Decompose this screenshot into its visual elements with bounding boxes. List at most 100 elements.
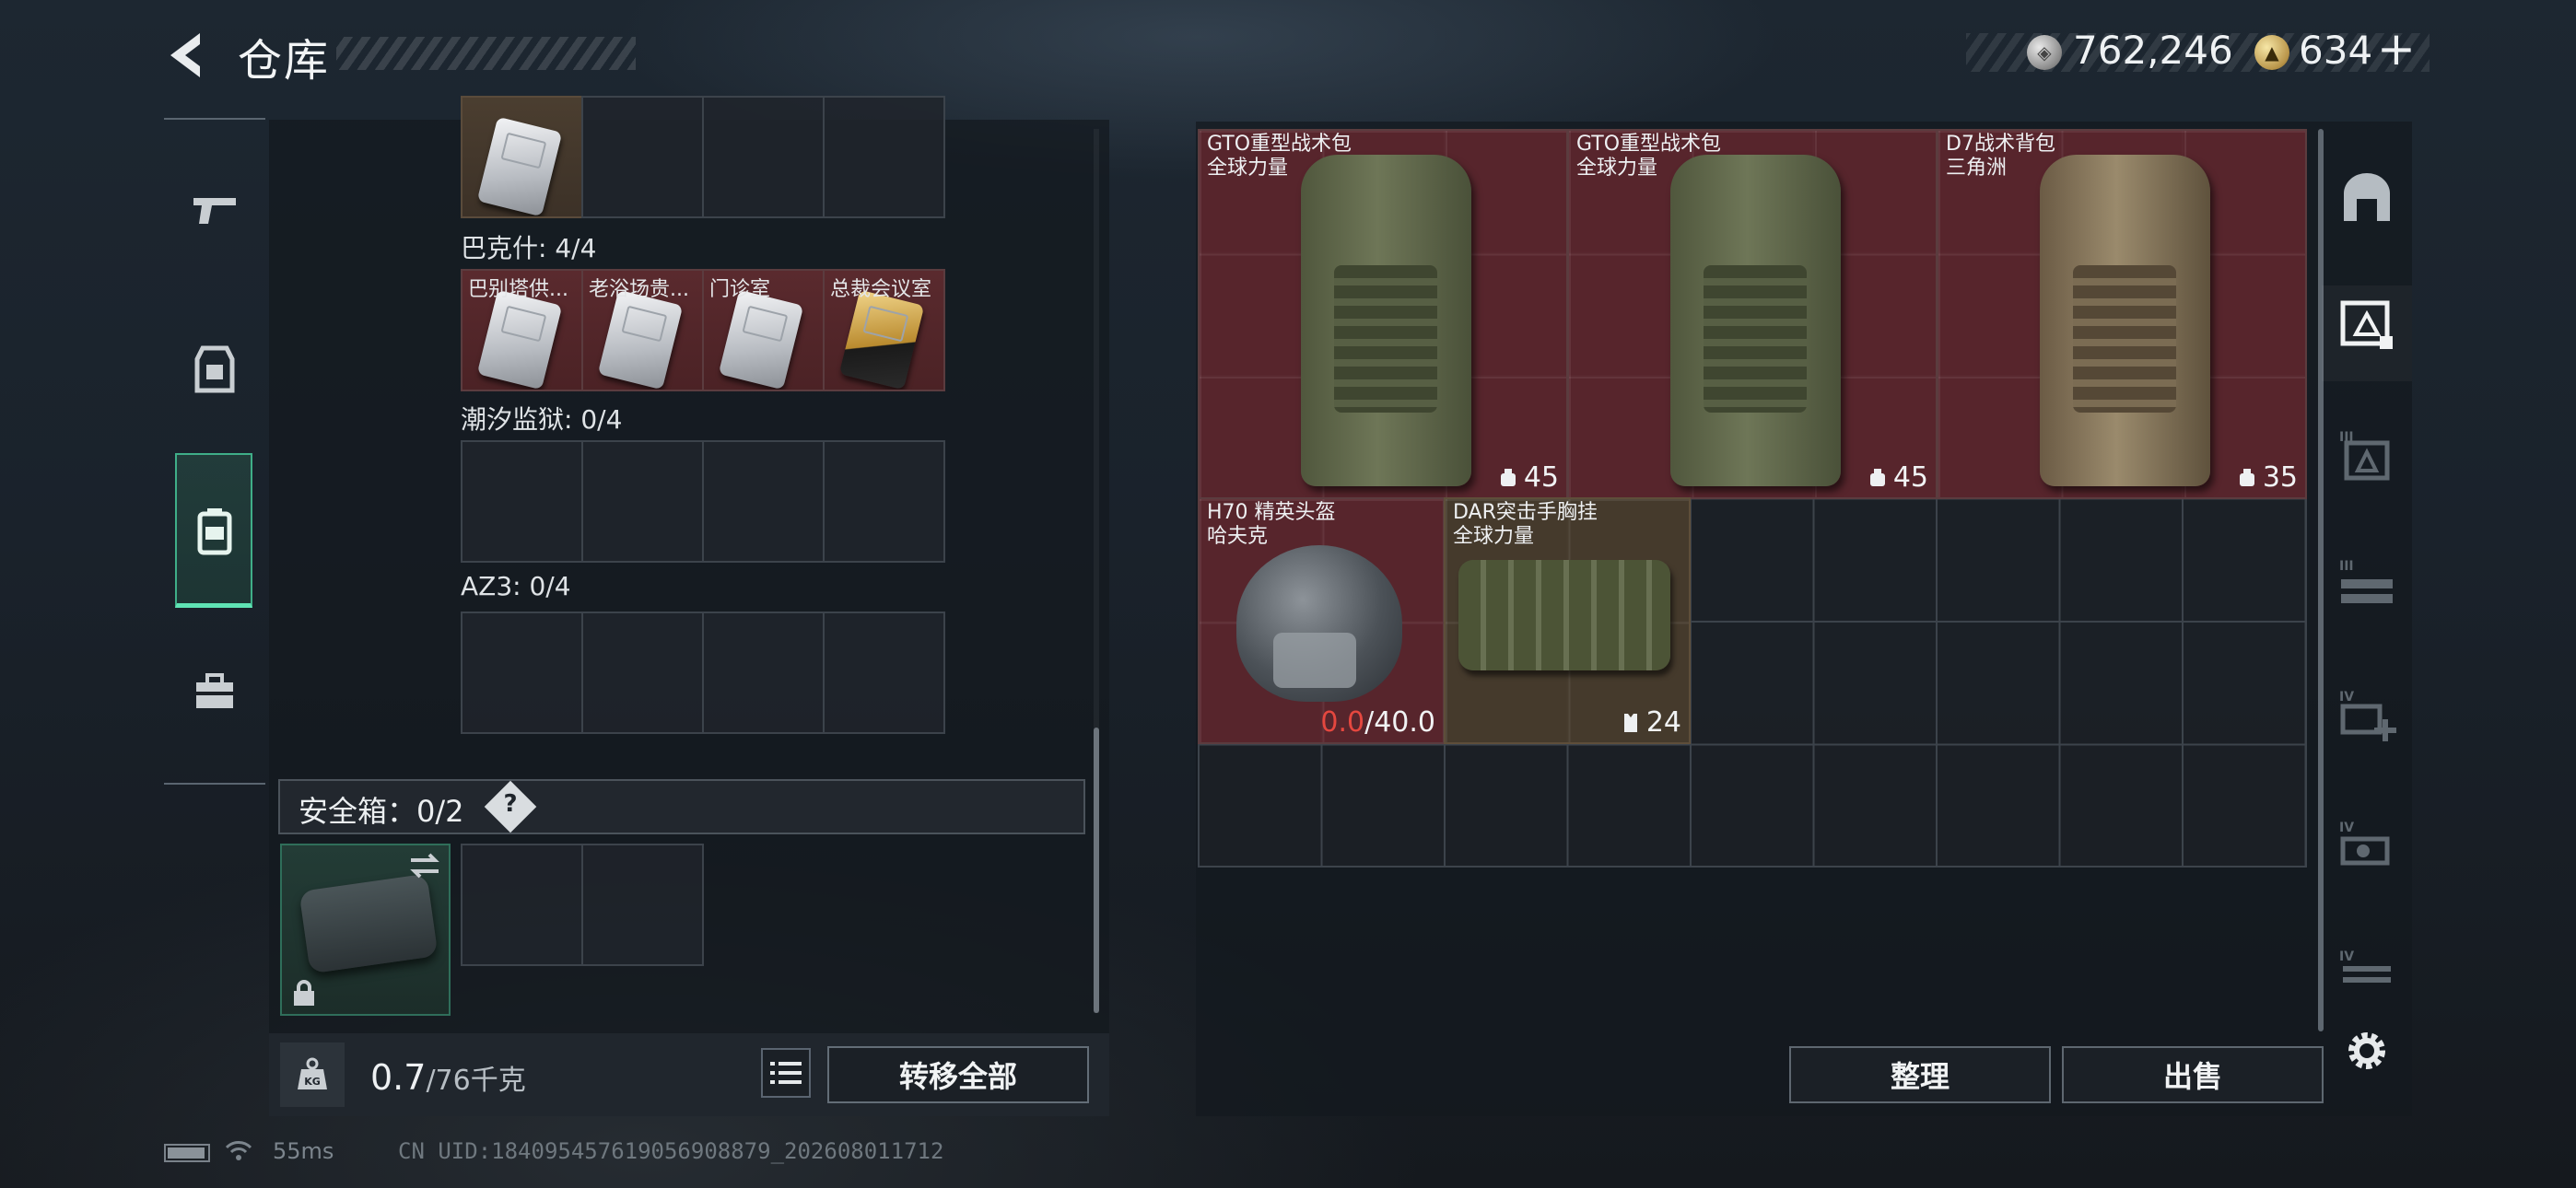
helmet-image [1236, 545, 1402, 702]
storage-tab-2[interactable] [2335, 291, 2399, 355]
ping-value: 55ms [273, 1138, 334, 1164]
back-arrow-icon [170, 33, 200, 77]
warehouse-item[interactable]: GTO重型战术包 全球力量 45 [1198, 129, 1568, 499]
keycard-slot[interactable]: 总裁会议室 [823, 269, 945, 391]
keycard-slot[interactable] [702, 611, 825, 734]
item-capacity: 24 [1621, 706, 1681, 739]
keycard-slot[interactable] [581, 440, 704, 563]
capacity-icon [2239, 468, 2254, 486]
storage-tab-6[interactable]: IV [2335, 814, 2399, 879]
expansion-iv-shelf-icon: IV [2339, 949, 2391, 983]
item-slot[interactable] [702, 96, 825, 218]
safe-box-slot[interactable] [581, 844, 704, 966]
warehouse-item[interactable]: GTO重型战术包 全球力量 45 [1567, 129, 1938, 499]
keycard-slot[interactable]: 门诊室 [702, 269, 825, 391]
storage-arch-icon [2344, 173, 2390, 221]
storage-tab-3[interactable]: III [2335, 424, 2399, 488]
category-supplies[interactable] [164, 641, 265, 742]
transfer-all-button[interactable]: 转移全部 [827, 1046, 1089, 1103]
left-scrollbar-thumb[interactable] [1094, 728, 1099, 1013]
warehouse-item[interactable]: D7战术背包 三角洲 35 [1937, 129, 2307, 499]
add-currency-button[interactable]: + [2377, 22, 2416, 76]
toolbox-icon [196, 673, 233, 708]
pistol-icon [193, 198, 236, 224]
keycard-slot[interactable] [823, 611, 945, 734]
keycard-slot[interactable] [581, 611, 704, 734]
backpack-image [1670, 155, 1841, 486]
category-weapons[interactable] [164, 158, 265, 260]
gold-keycard-icon [838, 289, 925, 390]
keycard-slot[interactable]: 老浴场贵... [581, 269, 704, 391]
list-icon [770, 1062, 802, 1084]
backpack-icon [197, 508, 232, 555]
battery-icon [164, 1144, 210, 1162]
weight-value: 0.7/76千克 [370, 1057, 526, 1098]
title-decoration [336, 37, 636, 70]
keycard-slot[interactable] [823, 440, 945, 563]
right-scrollbar[interactable] [2318, 129, 2324, 1031]
item-durability: 0.0/40.0 [1320, 706, 1435, 739]
svg-text:IV: IV [2339, 949, 2354, 964]
item-name: D7战术背包 三角洲 [1946, 133, 2055, 180]
safe-box-slot[interactable] [461, 844, 583, 966]
item-slot[interactable] [581, 96, 704, 218]
warehouse-expansion-icon [2340, 300, 2393, 349]
sell-button[interactable]: 出售 [2062, 1046, 2324, 1103]
keycard-slot[interactable] [461, 611, 583, 734]
weight-icon: KG [280, 1042, 345, 1107]
lock-icon [291, 980, 317, 1011]
section-label-bakshi: 巴克什: 4/4 [461, 233, 597, 263]
keycard-row-top [461, 96, 945, 218]
keycard-row-bakshi: 巴别塔供... 老浴场贵... 门诊室 总裁会议室 [461, 269, 945, 391]
category-equipment[interactable] [164, 319, 265, 420]
keycard-icon [718, 289, 804, 390]
item-name: GTO重型战术包 全球力量 [1207, 133, 1352, 180]
item-capacity: 45 [1868, 461, 1928, 494]
settings-button[interactable] [2335, 1019, 2399, 1083]
silver-currency-value: 762,246 [2073, 28, 2233, 73]
gold-coin-icon: ▲ [2254, 35, 2289, 70]
keycard-slot[interactable] [461, 440, 583, 563]
safe-box-label: 安全箱：0/2 [299, 794, 464, 829]
list-view-button[interactable] [761, 1048, 811, 1098]
svg-text:IV: IV [2339, 690, 2354, 705]
backpack-image [1301, 155, 1471, 486]
keycard-name: 老浴场贵... [589, 278, 689, 301]
backpack-image [2040, 155, 2210, 486]
item-slot[interactable] [823, 96, 945, 218]
keycard-name: 巴别塔供... [468, 278, 568, 301]
expansion-iii-rack-icon: III [2339, 559, 2393, 603]
back-button[interactable] [161, 28, 217, 83]
category-backpack[interactable] [164, 481, 265, 582]
swap-icon[interactable] [407, 851, 442, 884]
silver-coin-icon: ◈ [2027, 35, 2062, 70]
storage-tab-main[interactable] [2335, 166, 2399, 230]
item-slot[interactable] [461, 96, 583, 218]
section-label-tidal-prison: 潮汐监狱: 0/4 [461, 404, 623, 435]
svg-text:KG: KG [304, 1076, 321, 1088]
safe-case-icon [299, 873, 439, 974]
item-capacity: 35 [2237, 461, 2298, 494]
wifi-icon [225, 1138, 252, 1166]
storage-tab-5[interactable]: IV [2335, 683, 2399, 748]
warehouse-item[interactable]: H70 精英头盔 哈夫克 0.0/40.0 [1198, 497, 1445, 744]
keycard-name: 总裁会议室 [830, 278, 932, 301]
keycard-name: 门诊室 [709, 278, 771, 301]
sort-button[interactable]: 整理 [1789, 1046, 2051, 1103]
safe-box-slots [461, 844, 704, 966]
item-capacity: 45 [1498, 461, 1559, 494]
storage-tab-4[interactable]: III [2335, 553, 2399, 617]
item-name: H70 精英头盔 哈夫克 [1207, 501, 1336, 548]
expansion-iv-medical-icon: IV [2339, 690, 2396, 741]
warehouse-item[interactable]: DAR突击手胸挂 全球力量 24 [1444, 497, 1691, 744]
help-icon-label: ? [503, 790, 518, 818]
keycard-slot[interactable]: 巴别塔供... [461, 269, 583, 391]
capacity-icon [1500, 468, 1516, 486]
expansion-iv-tool-icon: IV [2339, 821, 2390, 866]
keycard-row-tidal-prison [461, 440, 945, 563]
keycard-slot[interactable] [702, 440, 825, 563]
keycard-icon [597, 289, 684, 390]
item-name: DAR突击手胸挂 全球力量 [1453, 501, 1598, 548]
storage-tab-7[interactable]: IV [2335, 936, 2399, 1000]
keycard-icon [476, 289, 563, 390]
